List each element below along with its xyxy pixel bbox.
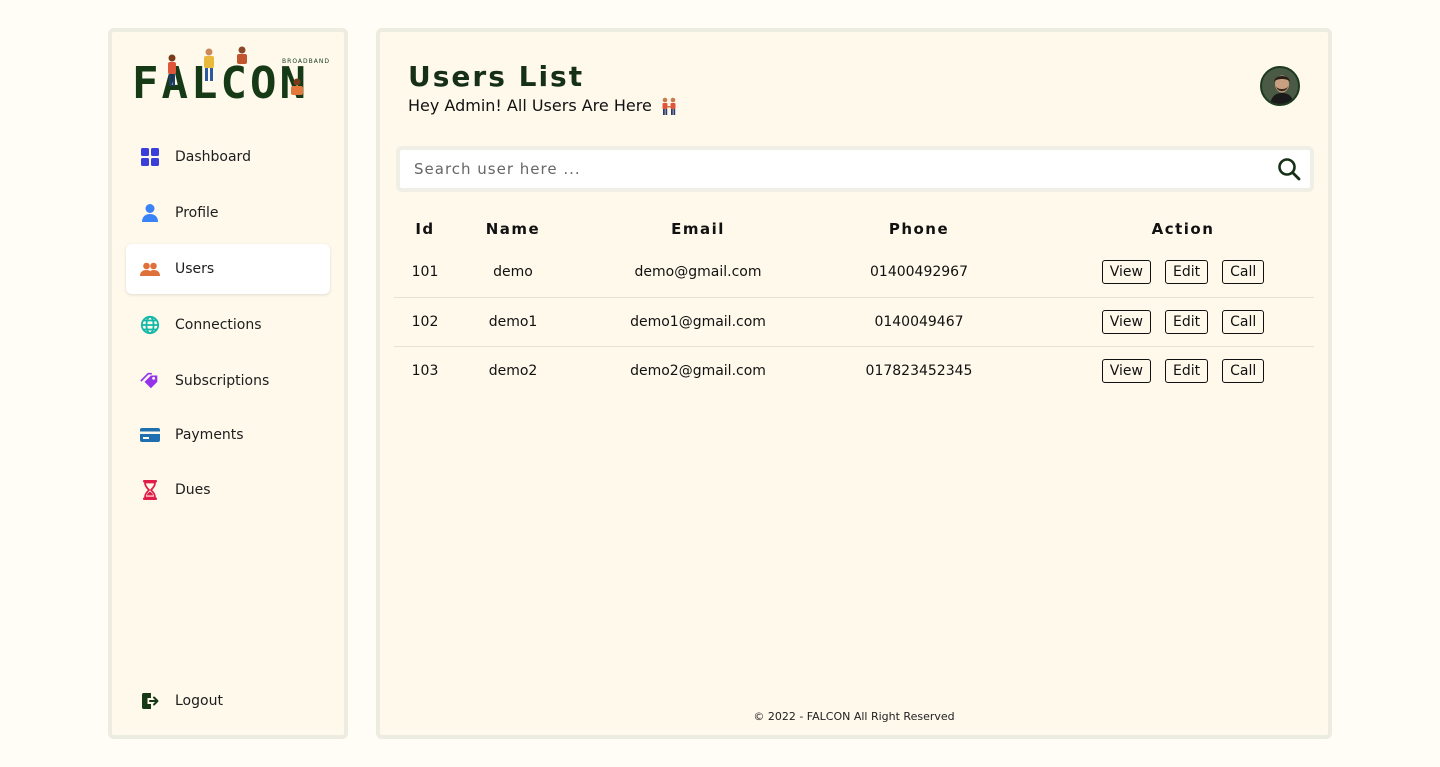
column-header-phone: Phone xyxy=(888,220,950,238)
main-panel: Users List Hey Admin! All Users Are Here xyxy=(376,28,1332,739)
sidebar-item-label: Dues xyxy=(175,482,211,498)
page-subtitle: Hey Admin! All Users Are Here xyxy=(408,96,678,115)
sidebar-item-dues[interactable]: Dues xyxy=(126,465,330,515)
call-button[interactable]: Call xyxy=(1222,309,1265,334)
view-button[interactable]: View xyxy=(1101,309,1151,334)
cell-phone: 017823452345 xyxy=(826,345,1012,395)
table-row: 101 demo demo@gmail.com 01400492967 View… xyxy=(394,248,1314,297)
cell-actions: View Edit Call xyxy=(1012,296,1314,346)
sidebar-item-label: Payments xyxy=(175,427,244,443)
sidebar-item-label: Users xyxy=(175,261,215,277)
table-row: 102 demo1 demo1@gmail.com 0140049467 Vie… xyxy=(394,296,1314,346)
edit-button[interactable]: Edit xyxy=(1164,309,1209,334)
avatar[interactable] xyxy=(1260,66,1300,106)
call-button[interactable]: Call xyxy=(1222,358,1265,383)
sidebar-item-payments[interactable]: Payments xyxy=(126,410,330,460)
edit-button[interactable]: Edit xyxy=(1164,260,1209,285)
row-actions: View Edit Call xyxy=(1012,260,1314,285)
falcon-logo[interactable]: FALCON BROADBAND xyxy=(130,46,330,109)
cell-id: 101 xyxy=(411,264,439,281)
search-input[interactable] xyxy=(400,150,1260,188)
user-icon xyxy=(140,203,160,223)
globe-icon xyxy=(140,315,160,335)
page-title: Users List xyxy=(408,60,585,93)
cell-id: 103 xyxy=(394,345,456,395)
sidebar-item-profile[interactable]: Profile xyxy=(126,188,330,238)
sidebar-item-label: Profile xyxy=(175,205,219,221)
view-button[interactable]: View xyxy=(1101,358,1151,383)
call-button[interactable]: Call xyxy=(1222,260,1265,285)
people-holding-hands-icon xyxy=(662,97,676,115)
user-avatar-icon xyxy=(1262,68,1298,104)
table-row: 103 demo2 demo2@gmail.com 017823452345 V… xyxy=(394,345,1314,395)
footer-copyright: © 2022 - FALCON All Right Reserved xyxy=(753,710,955,723)
sidebar-item-label: Connections xyxy=(175,317,262,333)
page-subtitle-text: Hey Admin! All Users Are Here xyxy=(408,96,652,115)
cell-name: demo1 xyxy=(456,296,570,346)
cell-email: demo@gmail.com xyxy=(634,264,762,281)
person-figure-icon xyxy=(204,48,214,81)
cell-phone: 01400492967 xyxy=(870,264,968,281)
sidebar-item-connections[interactable]: Connections xyxy=(126,300,330,350)
cell-name: demo2 xyxy=(456,345,570,395)
cell-actions: View Edit Call xyxy=(1012,345,1314,395)
search-button[interactable] xyxy=(1276,156,1302,182)
logo-tagline: BROADBAND xyxy=(282,58,330,65)
tags-icon xyxy=(140,371,160,391)
credit-card-icon xyxy=(140,425,160,445)
cell-phone: 0140049467 xyxy=(826,296,1012,346)
logout-button[interactable]: Logout xyxy=(126,676,330,726)
cell-email: demo2@gmail.com xyxy=(570,345,826,395)
column-header-id: Id xyxy=(415,220,435,238)
sidebar: FALCON BROADBAND Dashboard Profile Users… xyxy=(108,28,348,739)
row-actions: View Edit Call xyxy=(1012,309,1314,334)
person-figure-icon xyxy=(237,46,247,64)
users-icon xyxy=(140,259,160,279)
person-figure-icon xyxy=(168,54,176,86)
search-bar xyxy=(396,146,1314,192)
edit-button[interactable]: Edit xyxy=(1164,358,1209,383)
hourglass-icon xyxy=(140,480,160,500)
sidebar-item-users[interactable]: Users xyxy=(126,244,330,294)
logout-label: Logout xyxy=(175,693,223,709)
person-figure-icon xyxy=(291,78,303,95)
search-icon xyxy=(1278,158,1301,181)
column-header-name: Name xyxy=(485,220,541,238)
column-header-email: Email xyxy=(671,220,725,238)
logout-icon xyxy=(140,691,160,711)
sidebar-item-dashboard[interactable]: Dashboard xyxy=(126,132,330,182)
sidebar-item-subscriptions[interactable]: Subscriptions xyxy=(126,356,330,406)
users-table: Id Name Email Phone Action 101 demo demo… xyxy=(394,210,1314,395)
dashboard-grid-icon xyxy=(140,147,160,167)
cell-id: 102 xyxy=(394,296,456,346)
cell-actions: View Edit Call xyxy=(1012,248,1314,297)
cell-email: demo1@gmail.com xyxy=(570,296,826,346)
cell-name: demo xyxy=(493,264,533,281)
logo-text: FALCON xyxy=(132,58,309,109)
sidebar-item-label: Subscriptions xyxy=(175,373,270,389)
sidebar-item-label: Dashboard xyxy=(175,149,251,165)
view-button[interactable]: View xyxy=(1101,260,1151,285)
column-header-action: Action xyxy=(1151,220,1215,238)
table-header-row: Id Name Email Phone Action xyxy=(394,210,1314,248)
row-actions: View Edit Call xyxy=(1012,358,1314,383)
